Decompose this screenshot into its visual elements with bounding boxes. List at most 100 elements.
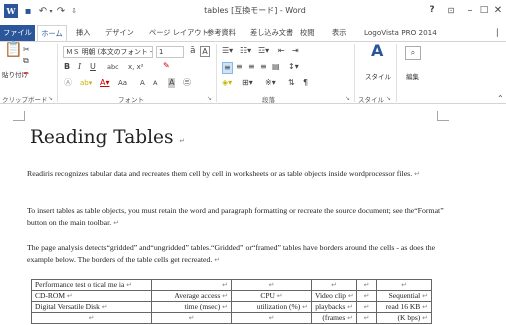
decrease-indent-icon[interactable]: ⇤: [278, 46, 285, 56]
borders-icon[interactable]: ⊞▾: [242, 78, 253, 88]
table-cell[interactable]: ↵: [231, 312, 312, 324]
tab-references[interactable]: 参考資料: [207, 25, 236, 42]
document-paragraph[interactable]: To insert tables as table objects, you m…: [27, 205, 447, 229]
group-separator: [57, 44, 58, 102]
char-shading-button[interactable]: A: [168, 78, 176, 88]
phonetic-guide-icon[interactable]: ā: [190, 46, 196, 56]
table-cell[interactable]: CPU ↵: [231, 290, 312, 302]
grow-font-button[interactable]: A: [140, 78, 145, 88]
table-cell[interactable]: (K bps) ↵: [376, 312, 432, 324]
document-paragraph[interactable]: The page analysis detects“gridded” and“u…: [27, 242, 447, 266]
italic-button[interactable]: I: [78, 62, 81, 72]
styles-button-label[interactable]: スタイル: [365, 72, 391, 82]
distribute-icon[interactable]: ▤: [272, 62, 280, 72]
font-launcher-icon[interactable]: ↘: [207, 95, 212, 102]
align-center-icon[interactable]: ≡: [236, 62, 243, 72]
tab-mailings[interactable]: 差し込み文書: [250, 25, 293, 42]
table-cell[interactable]: ↵: [376, 279, 432, 291]
table-cell[interactable]: (frames ↵: [311, 312, 357, 324]
paragraph-text: Readiris recognizes tabular data and rec…: [27, 169, 413, 178]
table-cell[interactable]: ↵: [356, 290, 377, 302]
show-formatting-marks-icon[interactable]: ¶: [303, 78, 308, 88]
table-cell[interactable]: Digital Versatile Disk ↵: [31, 301, 152, 313]
table-cell[interactable]: ↵: [151, 279, 232, 291]
close-button[interactable]: ✕: [491, 3, 505, 18]
justify-icon[interactable]: ≡: [260, 62, 267, 72]
word-app-icon[interactable]: W: [4, 4, 18, 18]
ribbon-display-options-button[interactable]: ⊡: [444, 3, 458, 18]
paste-icon[interactable]: 📋: [4, 42, 23, 64]
shading-icon[interactable]: ◈▾: [222, 78, 232, 88]
shrink-font-button[interactable]: A: [153, 78, 157, 88]
format-painter-icon[interactable]: ✒: [23, 69, 30, 79]
document-table[interactable]: Performance test o tical me ia ↵ ↵ ↵ ↵ ↵…: [31, 279, 432, 324]
tab-insert[interactable]: 挿入: [76, 25, 90, 42]
change-case-button[interactable]: Aa: [118, 78, 127, 88]
char-border-icon[interactable]: A: [200, 46, 210, 57]
highlight-color-icon[interactable]: ab▾: [80, 78, 92, 88]
table-cell[interactable]: Performance test o tical me ia ↵: [31, 279, 152, 291]
tab-logovista[interactable]: LogoVista PRO 2014: [364, 25, 437, 42]
strikethrough-button[interactable]: abc: [107, 62, 119, 72]
text-effects-icon[interactable]: Ⓐ: [64, 78, 72, 88]
maximize-button[interactable]: □: [477, 3, 491, 18]
table-cell[interactable]: ↵: [356, 279, 377, 291]
copy-icon[interactable]: ⧉: [23, 56, 29, 66]
increase-indent-icon[interactable]: ⇥: [292, 46, 299, 56]
clipboard-launcher-icon[interactable]: ↘: [48, 95, 53, 102]
cut-icon[interactable]: ✂: [23, 45, 30, 55]
styles-gallery-icon[interactable]: A: [371, 43, 383, 59]
collapse-ribbon-icon[interactable]: ⌃: [497, 94, 504, 104]
underline-button[interactable]: U: [90, 62, 96, 72]
editing-button-label[interactable]: 編集: [406, 72, 419, 82]
align-left-icon[interactable]: ≡: [222, 62, 233, 74]
tab-view[interactable]: 表示: [332, 25, 346, 42]
table-cell[interactable]: Video clip ↵: [311, 290, 357, 302]
numbering-icon[interactable]: ☷▾: [240, 46, 251, 56]
find-icon[interactable]: ⌕: [405, 46, 421, 60]
table-cell[interactable]: Average access ↵: [151, 290, 232, 302]
tab-review[interactable]: 校閲: [300, 25, 314, 42]
line-spacing-icon[interactable]: ↕▾: [288, 62, 299, 72]
asian-layout-icon[interactable]: ※▾: [265, 78, 276, 88]
table-cell[interactable]: ↵: [356, 301, 377, 313]
font-size-combo[interactable]: 1: [156, 46, 184, 58]
subscript-superscript-button[interactable]: x, x²: [128, 62, 144, 72]
table-cell[interactable]: time (msec) ↵: [151, 301, 232, 313]
multilevel-list-icon[interactable]: ☲▾: [258, 46, 269, 56]
tab-home[interactable]: ホーム: [37, 25, 67, 42]
table-cell[interactable]: ↵: [311, 279, 357, 291]
table-cell[interactable]: utilization (%) ↵: [231, 301, 312, 313]
table-cell[interactable]: CD-ROM ↵: [31, 290, 152, 302]
bold-button[interactable]: B: [64, 62, 70, 72]
table-cell[interactable]: ↵: [231, 279, 312, 291]
table-cell[interactable]: ↵: [151, 312, 232, 324]
enclose-characters-icon[interactable]: ㊂: [183, 78, 191, 88]
font-color-icon[interactable]: A▾: [100, 78, 110, 88]
save-icon[interactable]: ▪: [21, 4, 35, 18]
table-cell[interactable]: read 16 KB ↵: [376, 301, 432, 313]
document-paragraph[interactable]: Readiris recognizes tabular data and rec…: [27, 168, 447, 181]
table-row: CD-ROM ↵ Average access ↵ CPU ↵ Video cl…: [31, 290, 432, 302]
font-name-combo[interactable]: ＭＳ 明朝 (本文のフォント -: [63, 46, 153, 58]
user-account-icon[interactable]: ▏: [497, 25, 506, 42]
help-button[interactable]: ?: [425, 3, 439, 18]
paragraph-launcher-icon[interactable]: ↘: [345, 95, 350, 102]
align-right-icon[interactable]: ≡: [248, 62, 255, 72]
table-cell[interactable]: ↵: [31, 312, 152, 324]
tab-page-layout[interactable]: ページ レイアウト: [149, 25, 209, 42]
table-cell[interactable]: ↵: [356, 312, 377, 324]
table-cell[interactable]: Sequential ↵: [376, 290, 432, 302]
document-heading[interactable]: Reading Tables ↵: [30, 127, 185, 148]
undo-dropdown-icon[interactable]: ▾: [48, 4, 54, 18]
tab-design[interactable]: デザイン: [105, 25, 134, 42]
table-cell[interactable]: playbacks ↵: [311, 301, 357, 313]
minimize-button[interactable]: –: [463, 3, 477, 18]
styles-launcher-icon[interactable]: ↘: [386, 95, 391, 102]
clear-formatting-icon[interactable]: ✎: [163, 61, 170, 71]
group-separator: [354, 44, 355, 102]
bullets-icon[interactable]: ☰▾: [222, 46, 233, 56]
redo-icon[interactable]: ↷: [55, 4, 67, 18]
customize-qat-icon[interactable]: ⇩: [69, 4, 79, 18]
sort-icon[interactable]: ⇅: [288, 78, 295, 88]
